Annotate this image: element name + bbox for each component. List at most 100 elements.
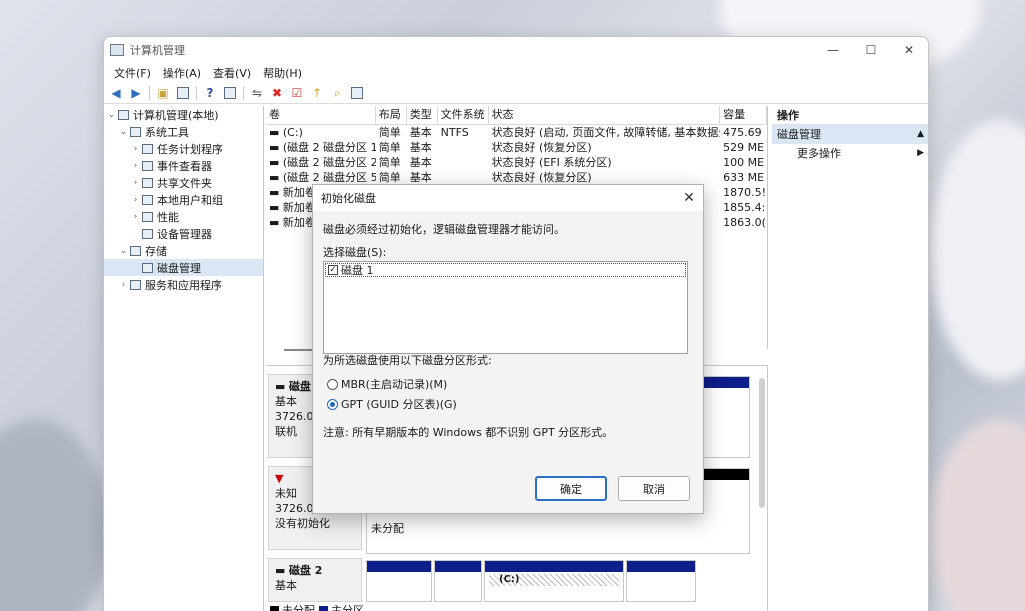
tree-item[interactable]: › 性能	[104, 208, 263, 225]
volume-icon: ▬	[269, 171, 283, 184]
initialize-disk-dialog: 初始化磁盘 ✕ 磁盘必须经过初始化，逻辑磁盘管理器才能访问。 选择磁盘(S): …	[312, 184, 704, 514]
menu-action[interactable]: 操作(A)	[157, 65, 207, 81]
unallocated-swatch	[270, 605, 279, 611]
dialog-title-bar[interactable]: 初始化磁盘 ✕	[313, 185, 703, 211]
column-header[interactable]: 卷	[266, 106, 376, 124]
actions-header: 操作	[772, 106, 928, 125]
disk-checkbox[interactable]: ✓	[328, 265, 338, 275]
volume-name: (磁盘 2 磁盘分区 2)	[282, 156, 376, 169]
tree-item-label: 设备管理器	[157, 227, 212, 241]
horizontal-scrollbar[interactable]	[284, 349, 314, 351]
checklist-icon[interactable]: ☑	[287, 84, 307, 102]
gpt-radio[interactable]	[327, 398, 338, 410]
maximize-button[interactable]: ☐	[852, 37, 890, 63]
volume-cell: 状态良好 (恢复分区)	[491, 141, 592, 154]
chevron-right-icon[interactable]: ›	[130, 161, 141, 171]
column-header[interactable]: 状态	[489, 106, 721, 124]
tree-item[interactable]: ⌄ 存储	[104, 242, 263, 259]
menu-file[interactable]: 文件(F)	[108, 65, 157, 81]
chevron-down-icon[interactable]: ⌄	[118, 127, 129, 137]
storage-icon	[129, 245, 142, 257]
tree-item-label: 本地用户和组	[157, 193, 223, 207]
volume-row[interactable]: ▬ (C:) 简单 基本 NTFS 状态良好 (启动, 页面文件, 故障转储, 基本数据…	[266, 125, 767, 140]
volume-cell: 状态良好 (EFI 系统分区)	[491, 156, 612, 169]
column-header[interactable]: 布局	[376, 106, 407, 124]
primary-swatch	[319, 605, 328, 611]
chevron-right-icon[interactable]: ›	[130, 178, 141, 188]
back-arrow-icon[interactable]: ◀	[106, 84, 126, 102]
event-viewer-icon	[141, 160, 154, 172]
toolbar: ◀ ▶ ▣ ? ⇋ ✖ ☑ ↑ ⌕	[104, 82, 928, 104]
search-folder-icon[interactable]: ⌕	[327, 84, 347, 102]
vertical-scrollbar[interactable]	[759, 378, 765, 508]
computer-management-icon	[110, 44, 124, 56]
tree-item[interactable]: › 共享文件夹	[104, 174, 263, 191]
volume-row[interactable]: ▬ (磁盘 2 磁盘分区 1) 简单 基本 状态良好 (恢复分区) 529 ME	[266, 140, 767, 155]
volume-name: (磁盘 2 磁盘分区 1)	[282, 141, 376, 154]
tree-item[interactable]: 设备管理器	[104, 225, 263, 242]
disk-list-item[interactable]: ✓ 磁盘 1	[325, 263, 686, 277]
disk-legend: 未分配 主分区	[270, 602, 364, 611]
help-icon[interactable]: ?	[200, 84, 220, 102]
tree-item[interactable]: ⌄ 计算机管理(本地)	[104, 106, 263, 123]
volume-icon: ▬	[269, 156, 283, 169]
tree-item[interactable]: › 服务和应用程序	[104, 276, 263, 293]
title-bar[interactable]: 计算机管理 — ☐ ✕	[104, 37, 928, 63]
mbr-radio[interactable]	[327, 378, 338, 390]
partition-block[interactable]	[626, 560, 696, 602]
partition-block[interactable]	[434, 560, 482, 602]
connect-icon[interactable]: ⇋	[247, 84, 267, 102]
view-list-icon[interactable]	[347, 84, 367, 102]
partition-block[interactable]	[366, 560, 432, 602]
chevron-right-icon[interactable]: ›	[130, 195, 141, 205]
gpt-option[interactable]: GPT (GUID 分区表)(G)	[327, 396, 457, 412]
legend-primary: 主分区	[331, 604, 364, 611]
select-disk-label: 选择磁盘(S):	[323, 246, 387, 259]
dialog-close-icon[interactable]: ✕	[675, 190, 703, 206]
minimize-button[interactable]: —	[814, 37, 852, 63]
chevron-down-icon[interactable]: ⌄	[118, 246, 129, 256]
column-header[interactable]: 容量	[720, 106, 767, 124]
volume-row[interactable]: ▬ (磁盘 2 磁盘分区 5) 简单 基本 状态良好 (恢复分区) 633 ME	[266, 170, 767, 185]
tree-item[interactable]: › 事件查看器	[104, 157, 263, 174]
tree-item[interactable]: › 任务计划程序	[104, 140, 263, 157]
show-hide-tree-icon[interactable]	[173, 84, 193, 102]
disk-2-name: 磁盘 2	[288, 564, 323, 577]
more-actions-item[interactable]: 更多操作 ▶	[772, 144, 928, 163]
tree-item-label: 服务和应用程序	[145, 278, 222, 292]
chevron-right-icon[interactable]: ›	[118, 280, 129, 290]
disk-2-label[interactable]: ▬ 磁盘 2 基本	[268, 558, 362, 602]
column-header[interactable]: 文件系统	[438, 106, 489, 124]
disk-2-partitions[interactable]: (C:)	[366, 560, 696, 602]
chevron-right-icon[interactable]: ›	[130, 212, 141, 222]
chevron-right-icon[interactable]: ›	[130, 144, 141, 154]
volume-name: 新加卷	[282, 201, 316, 214]
tree-item[interactable]: 磁盘管理	[104, 259, 263, 276]
delete-icon[interactable]: ✖	[267, 84, 287, 102]
mbr-option[interactable]: MBR(主启动记录)(M)	[327, 376, 447, 392]
volume-name: 新加卷	[282, 216, 316, 229]
close-button[interactable]: ✕	[890, 37, 928, 63]
partition-style-label: 为所选磁盘使用以下磁盘分区形式:	[323, 354, 492, 367]
volume-row[interactable]: ▬ (磁盘 2 磁盘分区 2) 简单 基本 状态良好 (EFI 系统分区) 100 ME	[266, 155, 767, 170]
properties-icon[interactable]	[220, 84, 240, 102]
disk-listbox[interactable]: ✓ 磁盘 1	[323, 261, 688, 354]
cancel-button[interactable]: 取消	[618, 476, 690, 501]
forward-arrow-icon[interactable]: ▶	[126, 84, 146, 102]
menu-view[interactable]: 查看(V)	[207, 65, 257, 81]
tree-item[interactable]: › 本地用户和组	[104, 191, 263, 208]
legend-unallocated: 未分配	[282, 604, 315, 611]
menu-help[interactable]: 帮助(H)	[257, 65, 308, 81]
folder-up-icon[interactable]: ↑	[307, 84, 327, 102]
shared-folder-icon	[141, 177, 154, 189]
actions-disk-management[interactable]: 磁盘管理 ▲	[772, 125, 928, 144]
clock-icon	[141, 143, 154, 155]
gpt-label: GPT (GUID 分区表)(G)	[341, 398, 457, 411]
volume-icon: ▬	[269, 186, 283, 199]
chevron-down-icon[interactable]: ⌄	[106, 110, 117, 120]
up-folder-icon[interactable]: ▣	[153, 84, 173, 102]
partition-c-block[interactable]: (C:)	[484, 560, 624, 602]
tree-item[interactable]: ⌄ 系统工具	[104, 123, 263, 140]
column-header[interactable]: 类型	[407, 106, 438, 124]
ok-button[interactable]: 确定	[535, 476, 607, 501]
